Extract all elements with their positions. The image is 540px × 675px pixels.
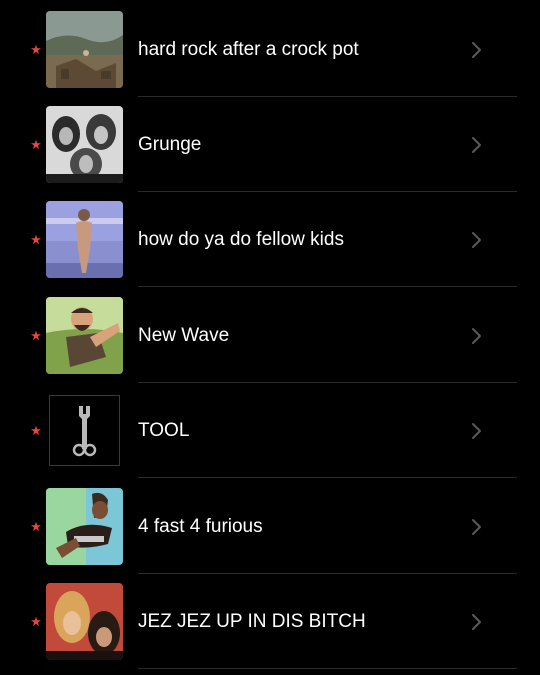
row-divider <box>138 668 517 669</box>
playlist-row[interactable]: ★ 4 fast 4 furious <box>0 479 540 574</box>
playlist-title: JEZ JEZ UP IN DIS BITCH <box>138 610 366 632</box>
band-photo-artwork <box>46 106 123 183</box>
playlist-row[interactable]: ★ how do ya do fellow kids <box>0 192 540 287</box>
chevron-right-icon <box>470 612 484 632</box>
chevron-right-icon <box>470 40 484 60</box>
star-icon: ★ <box>30 328 42 343</box>
figure-artwork <box>46 201 123 278</box>
chevron-right-icon <box>470 517 484 537</box>
playlist-title: Grunge <box>138 133 202 155</box>
cartoon-hand-artwork <box>46 488 123 565</box>
rock-band-artwork <box>46 583 123 660</box>
playlist-row[interactable]: ★ hard rock after a crock pot <box>0 2 540 97</box>
playlist-row[interactable]: ★ New Wave <box>0 288 540 383</box>
playlist-row[interactable]: ★ Grunge <box>0 97 540 192</box>
playlist-title: hard rock after a crock pot <box>138 38 359 60</box>
landscape-painting-artwork <box>46 11 123 88</box>
star-icon: ★ <box>30 232 42 247</box>
wrench-artwork <box>46 392 123 469</box>
chevron-right-icon <box>470 230 484 250</box>
playlist-list: ★ hard rock after a crock pot ★ Grunge ★… <box>0 0 540 675</box>
star-icon: ★ <box>30 137 42 152</box>
playlist-row[interactable]: ★ TOOL <box>0 383 540 478</box>
chevron-right-icon <box>470 135 484 155</box>
cartoon-man-artwork <box>46 297 123 374</box>
chevron-right-icon <box>470 421 484 441</box>
playlist-title: TOOL <box>138 419 190 441</box>
star-icon: ★ <box>30 423 42 438</box>
playlist-title: New Wave <box>138 324 230 346</box>
star-icon: ★ <box>30 42 42 57</box>
row-divider <box>138 477 517 478</box>
star-icon: ★ <box>30 614 42 629</box>
star-icon: ★ <box>30 519 42 534</box>
chevron-right-icon <box>470 326 484 346</box>
playlist-row[interactable]: ★ JEZ JEZ UP IN DIS BITCH <box>0 574 540 669</box>
row-divider <box>138 286 517 287</box>
playlist-title: how do ya do fellow kids <box>138 228 344 250</box>
playlist-title: 4 fast 4 furious <box>138 515 263 537</box>
